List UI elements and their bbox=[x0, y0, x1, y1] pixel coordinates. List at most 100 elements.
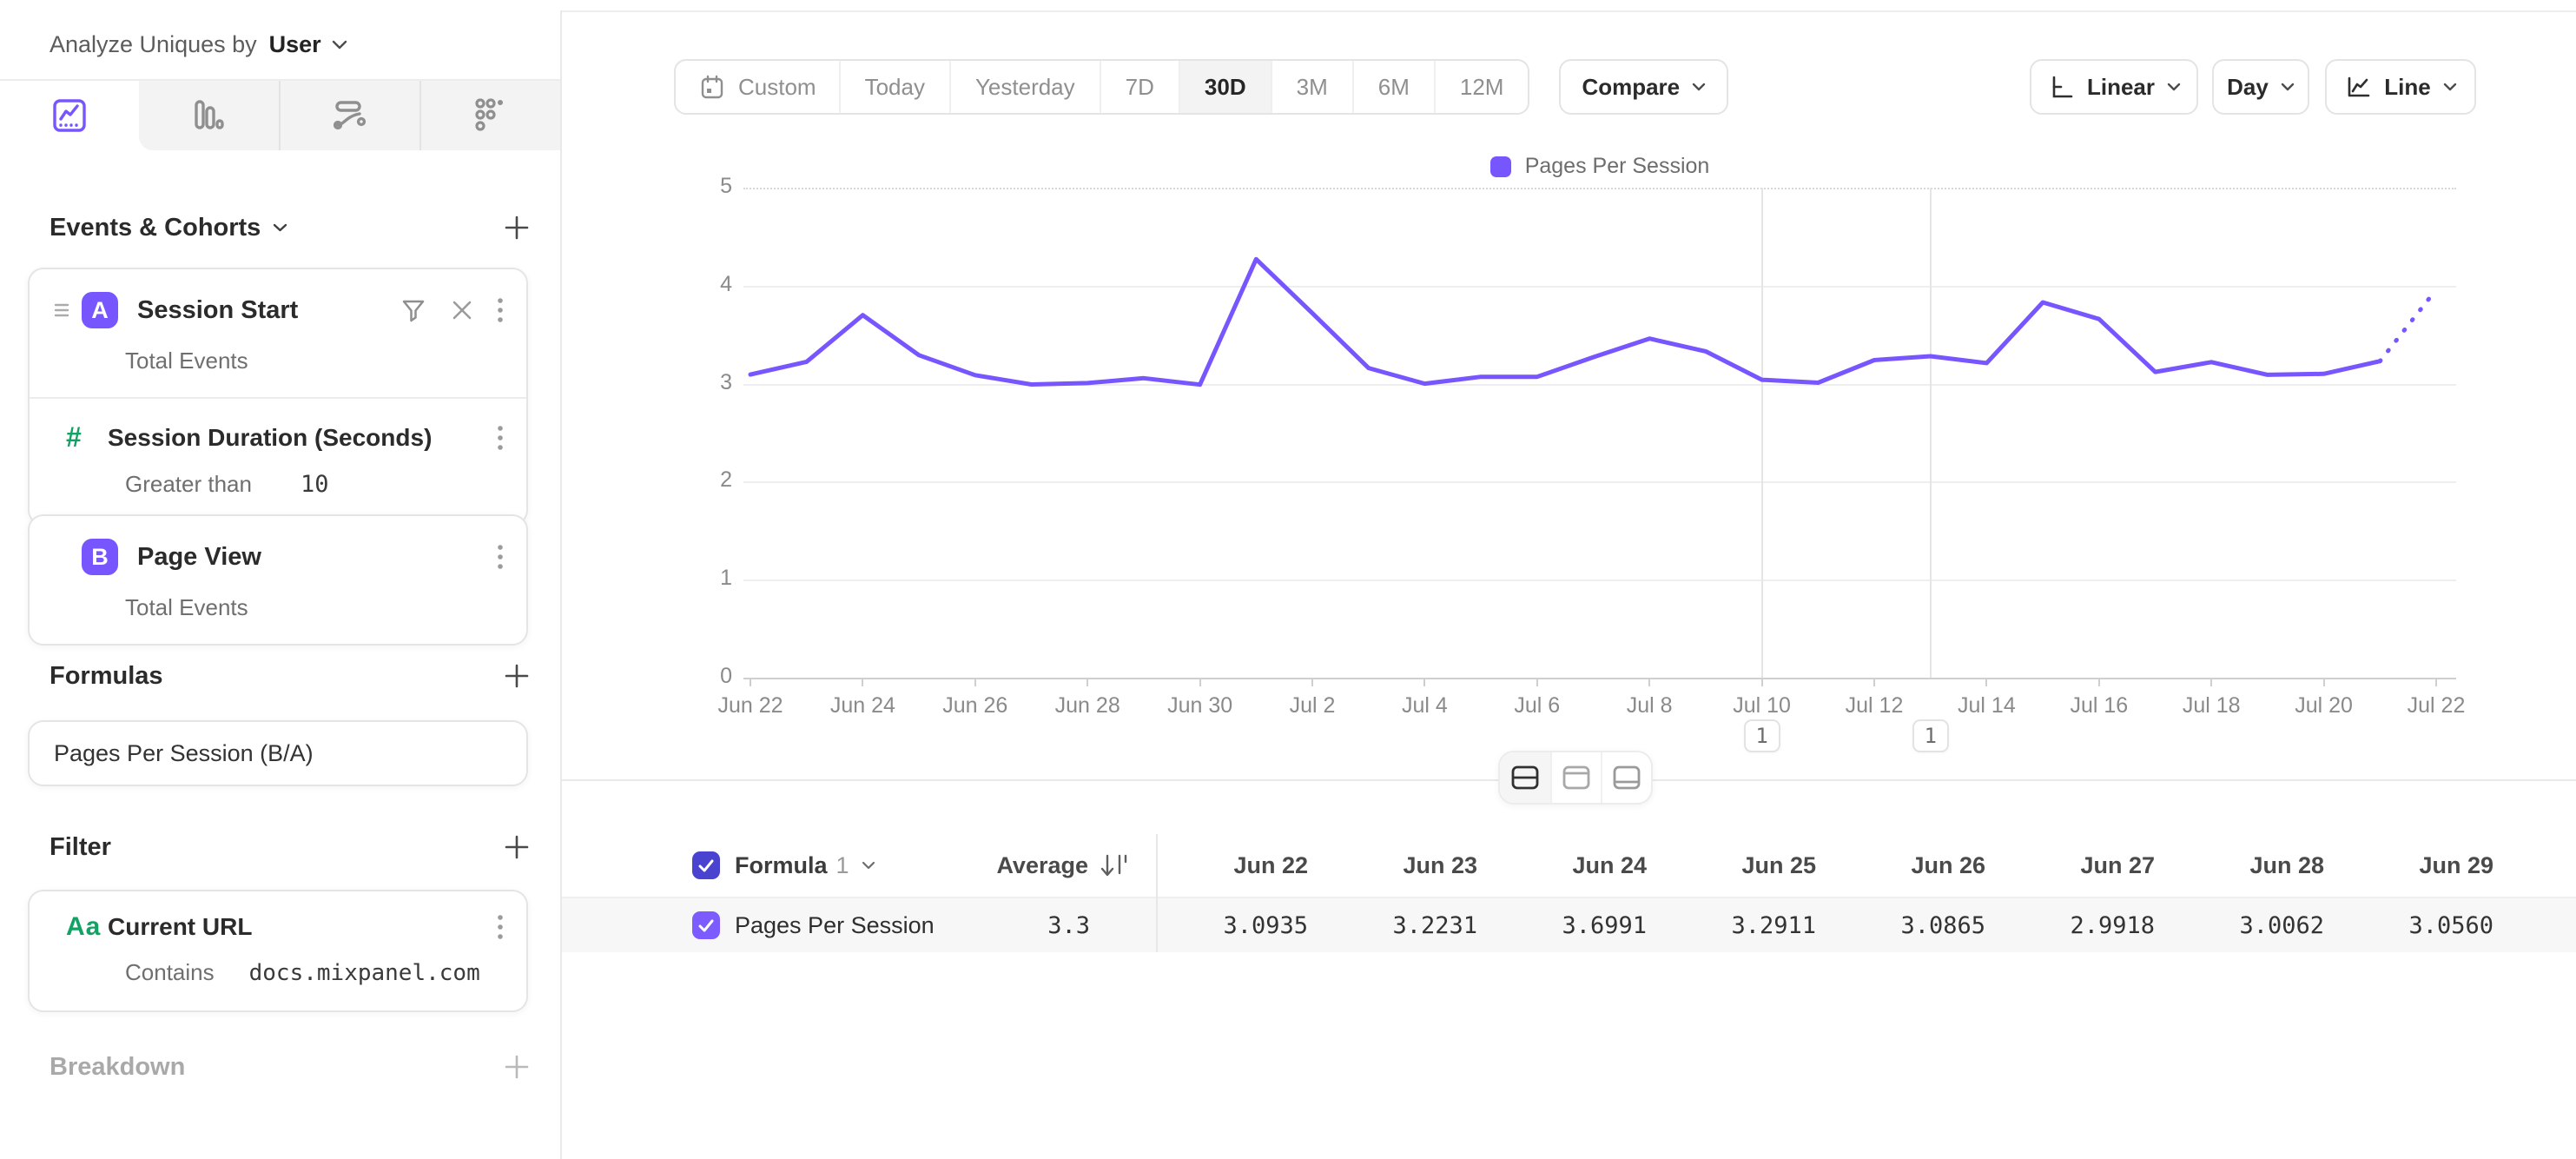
event-card-session-start: A Session Start Total Events # Session D… bbox=[28, 268, 528, 526]
filter-operator[interactable]: Contains bbox=[125, 959, 215, 986]
x-axis-tick bbox=[2210, 678, 2212, 686]
table-date-header[interactable]: Jun 29 bbox=[2336, 852, 2506, 879]
table-date-header[interactable]: Jun 26 bbox=[1828, 852, 1998, 879]
chart-legend[interactable]: Pages Per Session bbox=[743, 154, 2456, 179]
row-checkbox[interactable] bbox=[692, 911, 720, 939]
event-property-block: # Session Duration (Seconds) Greater tha… bbox=[30, 397, 526, 524]
table-date-header[interactable]: Jun 25 bbox=[1659, 852, 1828, 879]
retention-dots-icon bbox=[470, 95, 512, 136]
table-cell-value: 3.0062 bbox=[2167, 912, 2336, 939]
event-title[interactable]: Session Start bbox=[137, 296, 298, 325]
range-7d[interactable]: 7D bbox=[1100, 61, 1179, 113]
x-axis-tick bbox=[1648, 678, 1650, 686]
report-main-area: CustomTodayYesterday7D30D3M6M12M Compare… bbox=[562, 10, 2576, 1159]
average-column-header[interactable]: Average bbox=[996, 852, 1088, 879]
add-formula-button[interactable] bbox=[503, 662, 531, 690]
property-value[interactable]: 10 bbox=[301, 471, 329, 498]
x-axis-label: Jun 24 bbox=[802, 693, 923, 719]
range-yesterday[interactable]: Yesterday bbox=[949, 61, 1100, 113]
add-filter-button[interactable] bbox=[503, 833, 531, 861]
compare-button[interactable]: Compare bbox=[1559, 59, 1728, 115]
analyze-uniques-by-dropdown[interactable]: User bbox=[269, 31, 347, 58]
results-table: Formula 1 Average Jun 22Jun 23Jun 24Jun … bbox=[562, 779, 2576, 1159]
add-event-button[interactable] bbox=[503, 214, 531, 242]
table-cell-value: 3.2911 bbox=[1659, 912, 1828, 939]
drag-handle-icon[interactable] bbox=[54, 301, 69, 319]
tab-retention[interactable] bbox=[419, 81, 560, 150]
range-custom[interactable]: Custom bbox=[676, 61, 839, 113]
table-row-pages-per-session[interactable]: Pages Per Session 3.3 3.09353.22313.6991… bbox=[562, 897, 2576, 952]
sort-descending-icon[interactable] bbox=[1099, 851, 1130, 880]
x-axis-label: Jul 12 bbox=[1813, 693, 1935, 719]
y-axis-label: 0 bbox=[649, 664, 732, 689]
compare-label: Compare bbox=[1582, 74, 1680, 101]
chevron-down-icon[interactable] bbox=[862, 861, 875, 870]
filter-value[interactable]: docs.mixpanel.com bbox=[249, 960, 480, 986]
remove-event-icon[interactable] bbox=[450, 298, 474, 322]
x-axis-tick bbox=[2323, 678, 2325, 686]
table-cell-value: 3.6991 bbox=[1489, 912, 1659, 939]
tab-insights[interactable] bbox=[0, 81, 139, 150]
y-axis-scale-button[interactable]: Linear bbox=[2030, 59, 2198, 115]
property-title[interactable]: Session Duration (Seconds) bbox=[108, 424, 432, 452]
tab-funnels[interactable] bbox=[139, 81, 278, 150]
funnels-bars-icon bbox=[188, 95, 229, 136]
x-axis-label: Jun 30 bbox=[1139, 693, 1261, 719]
range-6m[interactable]: 6M bbox=[1352, 61, 1434, 113]
series-column-index: 1 bbox=[836, 852, 849, 879]
time-interval-button[interactable]: Day bbox=[2212, 59, 2309, 115]
filter-icon[interactable] bbox=[400, 296, 427, 324]
x-axis-label: Jul 16 bbox=[2038, 693, 2160, 719]
x-axis-tick bbox=[974, 678, 976, 686]
kebab-menu-icon[interactable] bbox=[497, 544, 504, 570]
annotation-badge[interactable]: 1 bbox=[1744, 719, 1780, 752]
chevron-down-icon bbox=[2281, 83, 2295, 91]
x-axis-label: Jul 10 bbox=[1701, 693, 1823, 719]
table-cell-value: 3.0560 bbox=[2336, 912, 2506, 939]
x-axis-tick bbox=[2435, 678, 2437, 686]
range-3m[interactable]: 3M bbox=[1271, 61, 1352, 113]
formulas-header: Formulas bbox=[50, 657, 531, 695]
kebab-menu-icon[interactable] bbox=[497, 297, 504, 323]
chart-type-button[interactable]: Line bbox=[2325, 59, 2476, 115]
kebab-menu-icon[interactable] bbox=[497, 425, 504, 451]
chevron-down-icon bbox=[1692, 83, 1706, 91]
chevron-down-icon[interactable] bbox=[273, 223, 287, 233]
event-title[interactable]: Page View bbox=[137, 543, 261, 572]
table-date-header[interactable]: Jun 24 bbox=[1489, 852, 1659, 879]
x-axis-tick bbox=[1873, 678, 1875, 686]
annotation-line bbox=[1930, 188, 1932, 678]
x-axis-label: Jul 14 bbox=[1925, 693, 2047, 719]
table-cell-value: 3.0865 bbox=[1828, 912, 1998, 939]
kebab-menu-icon[interactable] bbox=[497, 914, 504, 940]
row-label: Pages Per Session bbox=[735, 912, 935, 939]
range-30d[interactable]: 30D bbox=[1179, 61, 1271, 113]
analyze-uniques-value: User bbox=[269, 31, 321, 58]
formula-card[interactable]: Pages Per Session (B/A) bbox=[28, 720, 528, 786]
range-today[interactable]: Today bbox=[839, 61, 949, 113]
formulas-title: Formulas bbox=[50, 662, 163, 691]
x-axis-tick bbox=[1985, 678, 1987, 686]
table-date-header[interactable]: Jun 22 bbox=[1156, 852, 1320, 879]
report-type-tabs bbox=[0, 79, 560, 150]
table-date-header[interactable]: Jun 23 bbox=[1320, 852, 1489, 879]
table-column-separator bbox=[1156, 834, 1158, 952]
chevron-down-icon bbox=[332, 40, 347, 50]
annotation-badge[interactable]: 1 bbox=[1912, 719, 1949, 752]
gridline-y-1 bbox=[743, 580, 2456, 581]
events-cohorts-title: Events & Cohorts bbox=[50, 214, 261, 242]
x-axis-tick bbox=[2098, 678, 2100, 686]
event-measure[interactable]: Total Events bbox=[30, 575, 526, 644]
tab-flows[interactable] bbox=[279, 81, 419, 150]
property-operator[interactable]: Greater than bbox=[125, 471, 252, 498]
range-12m[interactable]: 12M bbox=[1434, 61, 1529, 113]
event-measure[interactable]: Total Events bbox=[30, 328, 526, 397]
table-date-header[interactable]: Jun 28 bbox=[2167, 852, 2336, 879]
formula-name: Pages Per Session (B/A) bbox=[54, 740, 314, 767]
add-breakdown-button[interactable] bbox=[503, 1053, 531, 1081]
scale-label: Linear bbox=[2087, 74, 2155, 101]
x-axis-label: Jul 2 bbox=[1252, 693, 1373, 719]
select-all-checkbox[interactable] bbox=[692, 851, 720, 879]
filter-property-title[interactable]: Current URL bbox=[108, 913, 252, 941]
table-date-header[interactable]: Jun 27 bbox=[1998, 852, 2167, 879]
